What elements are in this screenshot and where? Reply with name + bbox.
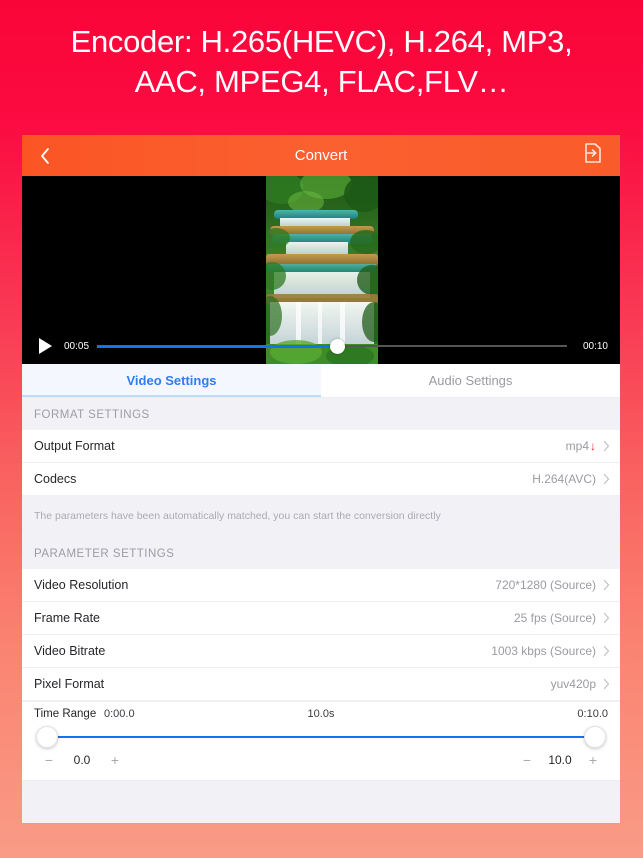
row-video-bitrate[interactable]: Video Bitrate 1003 kbps (Source)	[22, 635, 620, 668]
chevron-left-icon	[39, 146, 51, 166]
start-time-stepper: − 0.0 +	[44, 752, 120, 768]
chevron-right-icon	[603, 440, 610, 452]
navigation-bar: Convert	[22, 135, 620, 176]
row-video-bitrate-label: Video Bitrate	[34, 644, 106, 658]
codecs-text: H.264(AVC)	[532, 472, 596, 486]
page-title: Convert	[294, 147, 348, 164]
row-pixel-format-label: Pixel Format	[34, 677, 105, 691]
back-button[interactable]	[22, 135, 68, 176]
row-video-resolution[interactable]: Video Resolution 720*1280 (Source)	[22, 569, 620, 602]
progress-fill	[97, 344, 337, 348]
video-preview[interactable]: 00:05 00:10	[22, 176, 620, 364]
download-arrow-icon: ↓	[590, 439, 596, 453]
video-progress-slider[interactable]	[97, 338, 567, 354]
start-decrement-button[interactable]: −	[44, 752, 54, 768]
row-output-format-value: mp4 ↓	[566, 439, 610, 453]
end-decrement-button[interactable]: −	[522, 752, 532, 768]
frame-rate-text: 25 fps (Source)	[513, 611, 596, 625]
tab-video-settings[interactable]: Video Settings	[22, 364, 321, 397]
chevron-right-icon	[603, 579, 610, 591]
chevron-right-icon	[603, 645, 610, 657]
end-increment-button[interactable]: +	[588, 752, 598, 768]
chevron-right-icon	[603, 473, 610, 485]
row-video-resolution-label: Video Resolution	[34, 578, 129, 592]
time-range-start-handle[interactable]	[36, 726, 58, 748]
chevron-right-icon	[603, 612, 610, 624]
empty-area	[22, 780, 620, 823]
row-output-format-label: Output Format	[34, 439, 115, 453]
export-button[interactable]	[572, 135, 612, 176]
end-time-value: 10.0	[548, 753, 572, 767]
time-range-end-handle[interactable]	[584, 726, 606, 748]
time-range-end-label: 0:10.0	[577, 708, 608, 720]
start-increment-button[interactable]: +	[110, 752, 120, 768]
total-time-label: 00:10	[582, 340, 608, 352]
tab-audio-settings-label: Audio Settings	[428, 373, 513, 388]
auto-match-hint: The parameters have been automatically m…	[22, 496, 620, 537]
promo-banner: Encoder: H.265(HEVC), H.264, MP3, AAC, M…	[0, 0, 643, 118]
row-codecs[interactable]: Codecs H.264(AVC)	[22, 463, 620, 496]
format-settings-heading: FORMAT SETTINGS	[22, 398, 620, 430]
time-range-slider[interactable]	[36, 724, 606, 750]
row-video-bitrate-value: 1003 kbps (Source)	[491, 644, 610, 658]
promo-line-1: Encoder: H.265(HEVC), H.264, MP3,	[70, 24, 573, 59]
chevron-right-icon	[603, 678, 610, 690]
play-icon	[38, 338, 52, 354]
tab-video-settings-label: Video Settings	[126, 373, 217, 388]
app-card: Convert 00:05 00:10 Video Settings Audio…	[22, 135, 620, 823]
row-frame-rate[interactable]: Frame Rate 25 fps (Source)	[22, 602, 620, 635]
progress-thumb[interactable]	[329, 338, 345, 354]
play-button[interactable]	[34, 335, 56, 357]
time-range-steppers: − 0.0 + − 10.0 +	[22, 750, 620, 776]
row-pixel-format-value: yuv420p	[551, 677, 610, 691]
time-range-track	[48, 736, 594, 738]
video-resolution-text: 720*1280 (Source)	[495, 578, 596, 592]
time-range-duration-label: 10.0s	[307, 708, 335, 720]
parameter-settings-heading: PARAMETER SETTINGS	[22, 537, 620, 569]
row-pixel-format[interactable]: Pixel Format yuv420p	[22, 668, 620, 701]
settings-tabs: Video Settings Audio Settings	[22, 364, 620, 398]
row-frame-rate-label: Frame Rate	[34, 611, 100, 625]
row-output-format[interactable]: Output Format mp4 ↓	[22, 430, 620, 463]
video-bitrate-text: 1003 kbps (Source)	[491, 644, 596, 658]
time-range-labels: Time Range 0:00.0 10.0s 0:10.0	[22, 708, 620, 724]
start-time-value: 0.0	[73, 753, 91, 767]
export-icon	[582, 142, 603, 169]
promo-line-2: AAC, MPEG4, FLAC,FLV…	[134, 64, 509, 99]
time-range-section: Time Range 0:00.0 10.0s 0:10.0 − 0.0 + −…	[22, 701, 620, 780]
tab-audio-settings[interactable]: Audio Settings	[321, 364, 620, 397]
row-codecs-value: H.264(AVC)	[532, 472, 610, 486]
row-frame-rate-value: 25 fps (Source)	[514, 611, 610, 625]
pixel-format-text: yuv420p	[550, 677, 596, 691]
current-time-label: 00:05	[64, 340, 90, 352]
video-controls: 00:05 00:10	[22, 328, 620, 364]
end-time-stepper: − 10.0 +	[522, 752, 598, 768]
output-format-text: mp4	[565, 439, 589, 453]
row-codecs-label: Codecs	[34, 472, 77, 486]
row-video-resolution-value: 720*1280 (Source)	[495, 578, 610, 592]
